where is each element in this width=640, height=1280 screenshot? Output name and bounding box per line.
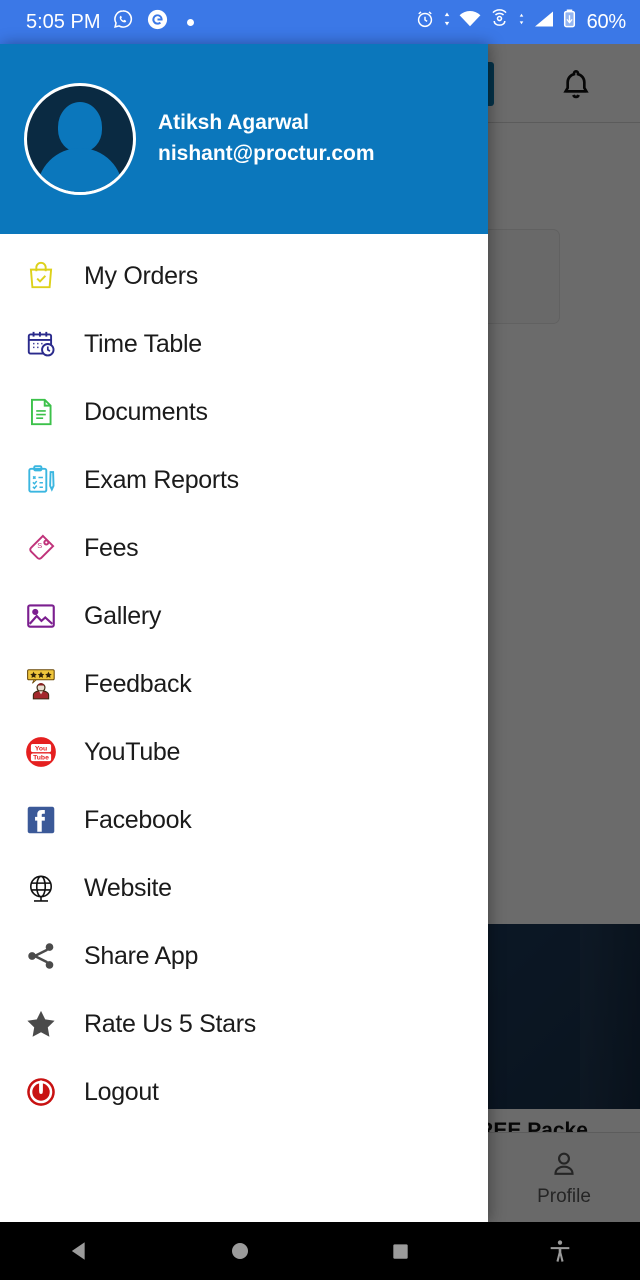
menu-item-rate-us[interactable]: Rate Us 5 Stars [0,990,488,1058]
avatar-head [58,102,102,152]
star-icon [18,1002,64,1046]
menu-item-exam-reports[interactable]: Exam Reports [0,446,488,514]
menu-label: Facebook [84,805,192,834]
menu-item-my-orders[interactable]: My Orders [0,242,488,310]
menu-label: Documents [84,397,208,426]
svg-text:Tube: Tube [33,755,49,762]
accessibility-button[interactable] [480,1238,640,1264]
menu-label: Gallery [84,601,162,630]
drawer-header: Atiksh Agarwal nishant@proctur.com [0,44,488,234]
hotspot-icon [488,8,511,37]
youtube-icon: You Tube [18,730,64,774]
avatar[interactable] [24,83,136,195]
menu-label: Website [84,873,172,902]
back-button[interactable] [0,1237,160,1265]
triangle-left-icon [71,1242,85,1260]
profile-email: nishant@proctur.com [158,142,375,165]
sync-arrows-icon [442,8,452,36]
menu-item-logout[interactable]: Logout [0,1058,488,1126]
dot-indicator [187,18,195,26]
wifi-icon [458,7,482,37]
drawer-menu: My Orders Time Table Documents Exam Repo… [0,234,488,1126]
navigation-drawer: Atiksh Agarwal nishant@proctur.com My Or… [0,44,488,1222]
google-icon [146,8,169,37]
square-icon [392,1243,408,1259]
status-bar: 5:05 PM 60% [0,0,640,44]
sync-arrows-icon-2 [517,9,526,35]
recents-button[interactable] [320,1240,480,1263]
menu-label: Logout [84,1077,159,1106]
menu-item-facebook[interactable]: Facebook [0,786,488,854]
feedback-stars-icon [18,662,64,706]
price-tag-icon: S [18,526,64,570]
menu-item-feedback[interactable]: Feedback [0,650,488,718]
alarm-icon [414,8,436,36]
image-icon [18,594,64,638]
system-navigation-bar [0,1222,640,1280]
shopping-bag-check-icon [18,254,64,298]
bottom-nav-label-profile: Profile [537,1185,591,1207]
menu-label: Exam Reports [84,465,239,494]
menu-item-website[interactable]: Website [0,854,488,922]
menu-item-youtube[interactable]: You Tube YouTube [0,718,488,786]
promo-banner-sheen [580,924,640,1109]
power-off-icon [18,1070,64,1114]
circle-icon [232,1243,248,1259]
battery-percent: 60% [586,10,627,33]
document-icon [18,390,64,434]
battery-icon [562,7,577,37]
avatar-body [37,148,123,192]
person-icon [554,1152,574,1175]
menu-label: Feedback [84,669,192,698]
whatsapp-icon [112,8,134,36]
menu-item-fees[interactable]: S Fees [0,514,488,582]
menu-item-share-app[interactable]: Share App [0,922,488,990]
signal-icon [532,7,556,37]
profile-info: Atiksh Agarwal nishant@proctur.com [158,108,375,170]
clipboard-pen-icon [18,458,64,502]
svg-text:You: You [35,746,47,753]
menu-item-time-table[interactable]: Time Table [0,310,488,378]
menu-label: YouTube [84,737,181,766]
share-icon [18,934,64,978]
menu-label: Time Table [84,329,202,358]
menu-item-documents[interactable]: Documents [0,378,488,446]
menu-label: Rate Us 5 Stars [84,1009,256,1038]
status-bar-time: 5:05 PM [26,10,101,33]
menu-label: Fees [84,533,139,562]
globe-icon [18,866,64,910]
profile-name: Atiksh Agarwal [158,111,309,134]
bell-icon[interactable] [556,66,596,106]
accessibility-icon [550,1240,570,1262]
facebook-icon [18,798,64,842]
svg-text:S: S [37,541,42,550]
menu-item-gallery[interactable]: Gallery [0,582,488,650]
calendar-clock-icon [18,322,64,366]
home-button[interactable] [160,1239,320,1263]
bottom-nav-item-profile[interactable]: Profile [488,1148,640,1208]
menu-label: My Orders [84,261,198,290]
menu-label: Share App [84,941,199,970]
